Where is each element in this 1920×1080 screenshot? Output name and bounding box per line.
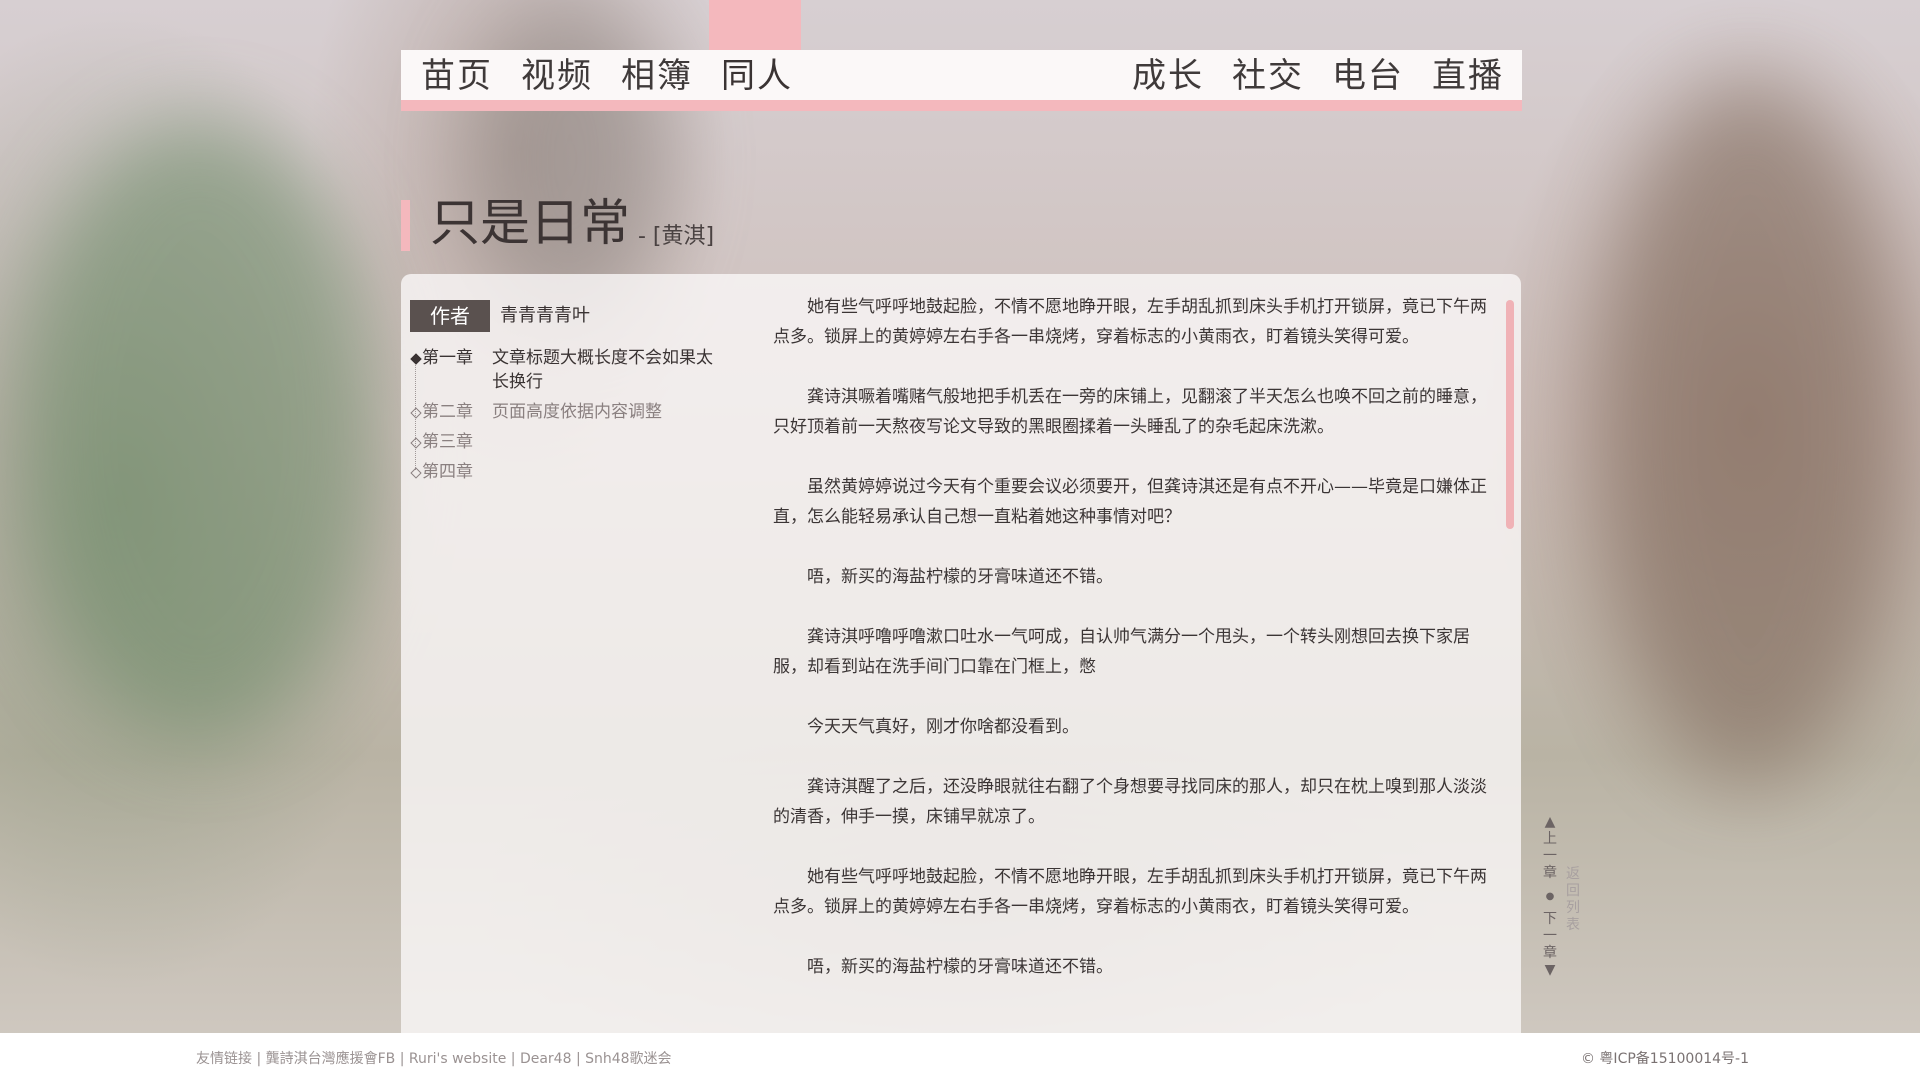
article-paragraph: 唔，新买的海盐柠檬的牙膏味道还不错。	[807, 957, 1113, 977]
chapter-title	[492, 430, 714, 454]
chapter-item-4[interactable]: 第四章	[410, 460, 714, 484]
nav-item-growth[interactable]: 成长	[1132, 52, 1204, 100]
page-title: 只是日常	[430, 194, 630, 252]
article-scrollbar[interactable]	[1506, 300, 1514, 529]
chapter-title: 页面高度依据内容调整	[492, 402, 662, 422]
chapter-item-2[interactable]: 第二章 页面高度依据内容调整	[410, 400, 714, 424]
next-chapter-link[interactable]: 下一章▼	[1538, 911, 1562, 979]
article-paragraph: 她有些气呼呼地鼓起脸，不情不愿地睁开眼，左手胡乱抓到床头手机打开锁屏，竟已下午两…	[773, 297, 1487, 347]
background-blur-top	[470, 0, 670, 320]
chapter-number: 第四章	[422, 462, 473, 482]
chapter-title: 文章标题大概长度不会如果太长换行	[492, 348, 713, 392]
article-paragraph: 唔，新买的海盐柠檬的牙膏味道还不错。	[807, 567, 1113, 587]
nav-item-home[interactable]: 苗页	[421, 52, 493, 100]
title-author-tag: - [黄淇]	[638, 224, 715, 249]
nav-underline-bar	[401, 100, 1522, 111]
chapter-list: 第一章 文章标题大概长度不会如果太长换行 第二章 页面高度依据内容调整 第三章 …	[410, 346, 714, 490]
separator-dot-icon: ●	[1545, 891, 1555, 902]
chapter-number: 第二章	[422, 402, 473, 422]
nav-item-fanfic[interactable]: 同人	[721, 52, 793, 100]
author-name[interactable]: 青青青青叶	[500, 302, 590, 330]
background-blur-left	[20, 120, 380, 740]
article-paragraph: 今天天气真好，刚才你啥都没看到。	[807, 717, 1079, 737]
nav-item-video[interactable]: 视频	[521, 52, 593, 100]
title-accent-mark	[401, 200, 410, 251]
nav-item-live[interactable]: 直播	[1432, 52, 1504, 100]
background-blur-right	[1600, 80, 1900, 780]
chapter-item-3[interactable]: 第三章	[410, 430, 714, 454]
nav-item-radio[interactable]: 电台	[1332, 52, 1404, 100]
chapter-title	[492, 460, 714, 484]
chapter-item-1[interactable]: 第一章 文章标题大概长度不会如果太长换行	[410, 346, 714, 394]
chapter-number: 第三章	[422, 432, 473, 452]
nav-item-social[interactable]: 社交	[1232, 52, 1304, 100]
author-label-badge: 作者	[410, 300, 490, 332]
prev-chapter-link[interactable]: ▲上一章	[1538, 814, 1562, 882]
footer-copyright: © 粤ICP备15100014号-1	[1580, 1051, 1749, 1067]
article-paragraph: 龚诗淇醒了之后，还没睁眼就往右翻了个身想要寻找同床的那人，却只在枕上嗅到那人淡淡…	[773, 777, 1487, 827]
article-body: 她有些气呼呼地鼓起脸，不情不愿地睁开眼，左手胡乱抓到床头手机打开锁屏，竟已下午两…	[773, 292, 1501, 1012]
nav-item-album[interactable]: 相簿	[621, 52, 693, 100]
article-paragraph: 龚诗淇呼噜呼噜漱口吐水一气呵成，自认帅气满分一个甩头，一个转头刚想回去换下家居服…	[773, 627, 1470, 677]
article-paragraph: 虽然黄婷婷说过今天有个重要会议必须要开，但龚诗淇还是有点不开心——毕竟是口嫌体正…	[773, 477, 1487, 527]
article-paragraph: 她有些气呼呼地鼓起脸，不情不愿地睁开眼，左手胡乱抓到床头手机打开锁屏，竟已下午两…	[773, 867, 1487, 917]
footer-friend-links[interactable]: 友情链接 | 龔詩淇台灣應援會FB | Ruri's website | Dea…	[196, 1048, 672, 1068]
chapter-number: 第一章	[422, 348, 473, 368]
back-to-list-link[interactable]: 返回列表	[1565, 866, 1581, 934]
chapter-side-nav: ▲上一章 ● 下一章▼	[1538, 814, 1562, 979]
article-paragraph: 龚诗淇噘着嘴赌气般地把手机丢在一旁的床铺上，见翻滚了半天怎么也唤不回之前的睡意，…	[773, 387, 1487, 437]
